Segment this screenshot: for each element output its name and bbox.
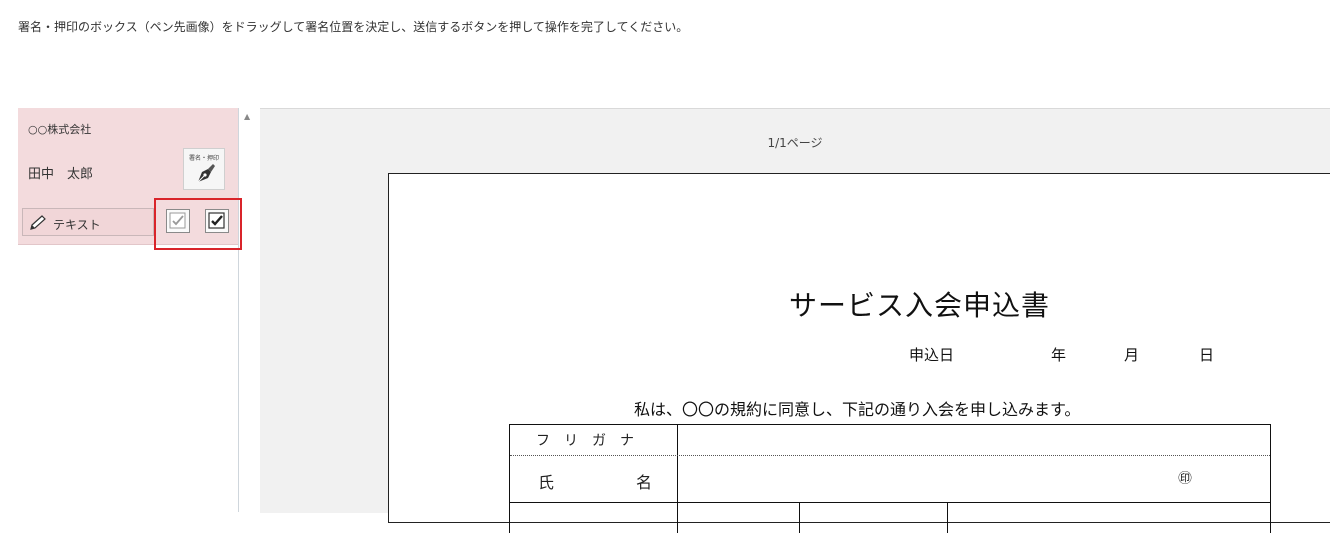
signature-stamp-button[interactable]: 署名・押印 [183,148,225,190]
company-name: ○○株式会社 [28,123,92,136]
signature-stamp-label: 署名・押印 [188,155,219,162]
year-label: 年 [1051,346,1067,364]
table-row [510,503,1270,533]
instruction-text: 署名・押印のボックス（ペン先画像）をドラッグして署名位置を決定し、送信するボタン… [18,20,689,34]
name-field[interactable]: ㊞ [678,456,1270,502]
pencil-icon [30,215,46,230]
name-label-first: 氏 [538,473,555,492]
furigana-label: フリガナ [536,433,648,449]
day-label: 日 [1199,346,1215,364]
document-page[interactable]: サービス入会申込書 申込日 年 月 日 私は、〇〇の規約に同意し、下記の通り入会… [388,173,1330,533]
document-title: サービス入会申込書 [789,289,1051,322]
text-tool-button[interactable]: テキスト [22,208,154,236]
seal-mark: ㊞ [1178,471,1192,487]
text-tool-label: テキスト [53,218,101,232]
agreement-text: 私は、〇〇の規約に同意し、下記の通り入会を申し込みます。 [634,400,1081,419]
signer-card: ○○株式会社 田中 太郎 署名・押印 テキスト [18,108,242,250]
page-indicator: 1/1ページ [767,136,823,150]
month-label: 月 [1124,346,1140,364]
name-label-second: 名 [636,473,653,492]
application-date-label: 申込日 [909,346,955,364]
furigana-field[interactable] [678,425,1270,455]
fountain-pen-icon [197,164,215,183]
highlight-box [154,198,242,250]
signer-name: 田中 太郎 [28,167,94,182]
scroll-up-arrow-icon[interactable]: ▲ [244,112,250,121]
document-viewer: 1/1ページ サービス入会申込書 申込日 年 月 日 私は、〇〇の規約に同意し、… [260,108,1330,533]
application-form-table: フリガナ 氏 名 ㊞ [509,424,1271,533]
table-row: 氏 名 ㊞ [510,456,1270,503]
signer-panel: ○○株式会社 田中 太郎 署名・押印 テキスト [18,108,242,512]
table-row: フリガナ [510,425,1270,456]
